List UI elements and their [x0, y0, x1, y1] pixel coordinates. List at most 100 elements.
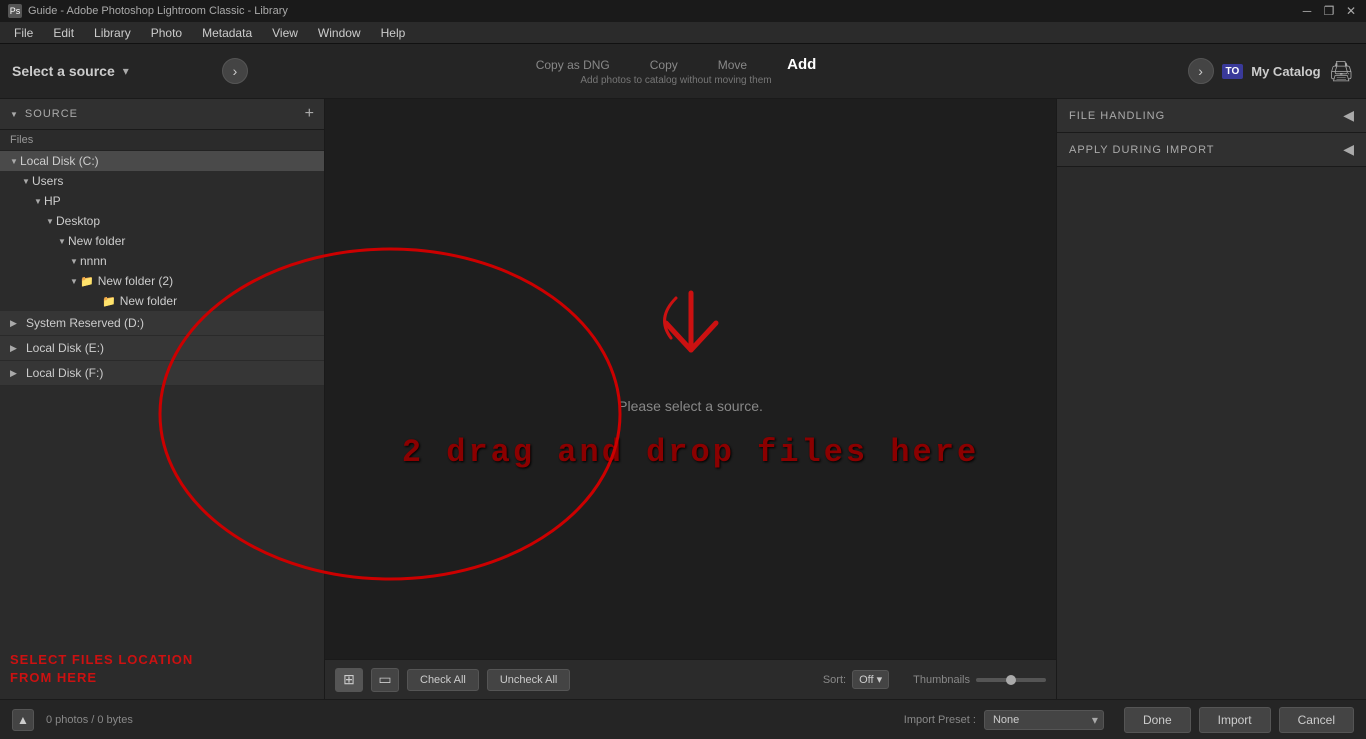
panel-triangle: ▼: [10, 110, 19, 119]
disk-label-f: Local Disk (F:): [26, 366, 103, 380]
source-dropdown-arrow: ▾: [123, 64, 129, 78]
tree-new-folder-child[interactable]: 📁 New folder: [0, 291, 324, 311]
menu-window[interactable]: Window: [308, 24, 371, 42]
disk-label-e: Local Disk (E:): [26, 341, 104, 355]
menu-edit[interactable]: Edit: [43, 24, 84, 42]
thumbnails-section: Thumbnails: [913, 674, 1046, 686]
menu-help[interactable]: Help: [371, 24, 416, 42]
content-area: ▼ Source + Files ▼ Local Disk (C:) ▼ Use…: [0, 99, 1366, 699]
import-button[interactable]: Import: [1199, 707, 1271, 733]
center-bottom-toolbar: ⊞ ▭ Check All Uncheck All Sort: Off ▾ Th…: [325, 659, 1056, 699]
file-handling-header: File Handling ◀: [1057, 99, 1366, 133]
expand-button[interactable]: ▲: [12, 709, 34, 731]
menu-library[interactable]: Library: [84, 24, 141, 42]
sort-select[interactable]: Off ▾: [852, 670, 889, 689]
window-title: Guide - Adobe Photoshop Lightroom Classi…: [28, 5, 1300, 17]
apply-during-import-header: Apply During Import ◀: [1057, 133, 1366, 167]
panel-add-button[interactable]: +: [305, 105, 314, 123]
tree-toggle-c: ▼: [8, 157, 20, 166]
source-next-button[interactable]: ›: [222, 58, 248, 84]
cancel-button[interactable]: Cancel: [1279, 707, 1354, 733]
photo-info: 0 photos / 0 bytes: [46, 714, 133, 726]
mode-subtitle: Add photos to catalog without moving the…: [580, 75, 771, 86]
menu-metadata[interactable]: Metadata: [192, 24, 262, 42]
annotation-line1: SELECT FILES LOCATION: [10, 651, 314, 669]
center-panel: Please select a source. 2 drag and drop …: [325, 99, 1056, 699]
disk-label-d: System Reserved (D:): [26, 316, 144, 330]
tree-new-folder[interactable]: ▼ New folder: [0, 231, 324, 251]
mode-copy-dng[interactable]: Copy as DNG: [536, 58, 610, 72]
mode-add[interactable]: Add: [787, 56, 816, 73]
close-button[interactable]: ✕: [1344, 4, 1358, 18]
tree-label-desktop: Desktop: [56, 214, 100, 228]
folder-icon-nfc: 📁: [102, 295, 116, 308]
tree-toggle-nf2: ▼: [68, 277, 80, 286]
grid-view-button[interactable]: ⊞: [335, 668, 363, 692]
catalog-icon: 🖨: [1329, 59, 1354, 84]
uncheck-all-button[interactable]: Uncheck All: [487, 669, 570, 691]
file-handling-collapse[interactable]: ◀: [1343, 107, 1354, 124]
import-dialog: Select a source ▾ › Copy as DNG Copy Mov…: [0, 44, 1366, 739]
preset-select[interactable]: None: [984, 710, 1104, 730]
menu-file[interactable]: File: [4, 24, 43, 42]
panel-title: ▼ Source: [10, 108, 78, 120]
right-panel: File Handling ◀ Apply During Import ◀: [1056, 99, 1366, 699]
disk-toggle-d: ▶: [10, 318, 22, 329]
sort-section: Sort: Off ▾: [823, 670, 889, 689]
tree-local-disk-c[interactable]: ▼ Local Disk (C:): [0, 151, 324, 171]
file-tree: ▼ Local Disk (C:) ▼ Users ▼ HP: [0, 151, 324, 639]
preset-label: Import Preset :: [904, 714, 976, 726]
tree-system-reserved[interactable]: ▶ System Reserved (D:): [0, 311, 324, 336]
window-controls[interactable]: ─ ❐ ✕: [1300, 4, 1358, 18]
done-button[interactable]: Done: [1124, 707, 1191, 733]
top-bar: Select a source ▾ › Copy as DNG Copy Mov…: [0, 44, 1366, 99]
tree-label-nfc: New folder: [120, 294, 177, 308]
import-modes: Copy as DNG Copy Move Add Add photos to …: [248, 56, 1104, 86]
app-icon: Ps: [8, 4, 22, 18]
loupe-view-button[interactable]: ▭: [371, 668, 399, 692]
menu-photo[interactable]: Photo: [141, 24, 192, 42]
annotation-line2: FROM HERE: [10, 669, 314, 687]
tree-users[interactable]: ▼ Users: [0, 171, 324, 191]
thumbnails-label: Thumbnails: [913, 674, 970, 686]
tree-toggle-desktop: ▼: [44, 217, 56, 226]
apply-during-import-collapse[interactable]: ◀: [1343, 141, 1354, 158]
minimize-button[interactable]: ─: [1300, 4, 1314, 18]
folder-icon-nf2: 📁: [80, 275, 94, 288]
apply-during-import-title: Apply During Import: [1069, 144, 1215, 156]
mode-move[interactable]: Move: [718, 58, 747, 72]
menu-view[interactable]: View: [262, 24, 308, 42]
check-all-button[interactable]: Check All: [407, 669, 479, 691]
maximize-button[interactable]: ❐: [1322, 4, 1336, 18]
left-annotation: SELECT FILES LOCATION FROM HERE: [0, 639, 324, 699]
preset-wrapper: None: [984, 710, 1104, 730]
source-selector[interactable]: Select a source ▾: [12, 63, 222, 79]
tree-desktop[interactable]: ▼ Desktop: [0, 211, 324, 231]
destination-section: › TO My Catalog 🖨: [1104, 58, 1354, 84]
tree-toggle-users: ▼: [20, 177, 32, 186]
dialog-buttons: Done Import Cancel: [1124, 707, 1354, 733]
disk-toggle-e: ▶: [10, 343, 22, 354]
thumbnail-slider[interactable]: [976, 678, 1046, 682]
arrow-down-svg: [651, 288, 731, 378]
tree-label-c: Local Disk (C:): [20, 154, 99, 168]
menu-bar: File Edit Library Photo Metadata View Wi…: [0, 22, 1366, 44]
tree-toggle-new-folder: ▼: [56, 237, 68, 246]
mode-copy[interactable]: Copy: [650, 58, 678, 72]
dest-arrow-button[interactable]: ›: [1188, 58, 1214, 84]
tree-hp[interactable]: ▼ HP: [0, 191, 324, 211]
please-select-text: Please select a source.: [618, 398, 763, 414]
import-preset-section: Import Preset : None: [904, 710, 1104, 730]
title-bar: Ps Guide - Adobe Photoshop Lightroom Cla…: [0, 0, 1366, 22]
file-label: Files: [0, 130, 324, 151]
tree-nnnn[interactable]: ▼ nnnn: [0, 251, 324, 271]
dest-label: My Catalog: [1251, 64, 1320, 79]
tree-toggle-nnnn: ▼: [68, 257, 80, 266]
tree-label-users: Users: [32, 174, 63, 188]
thumbnail-slider-handle: [1006, 675, 1016, 685]
bottom-bar: ▲ 0 photos / 0 bytes Import Preset : Non…: [0, 699, 1366, 739]
disk-toggle-f: ▶: [10, 368, 22, 379]
tree-local-disk-e[interactable]: ▶ Local Disk (E:): [0, 336, 324, 361]
tree-local-disk-f[interactable]: ▶ Local Disk (F:): [0, 361, 324, 386]
tree-new-folder-2[interactable]: ▼ 📁 New folder (2): [0, 271, 324, 291]
